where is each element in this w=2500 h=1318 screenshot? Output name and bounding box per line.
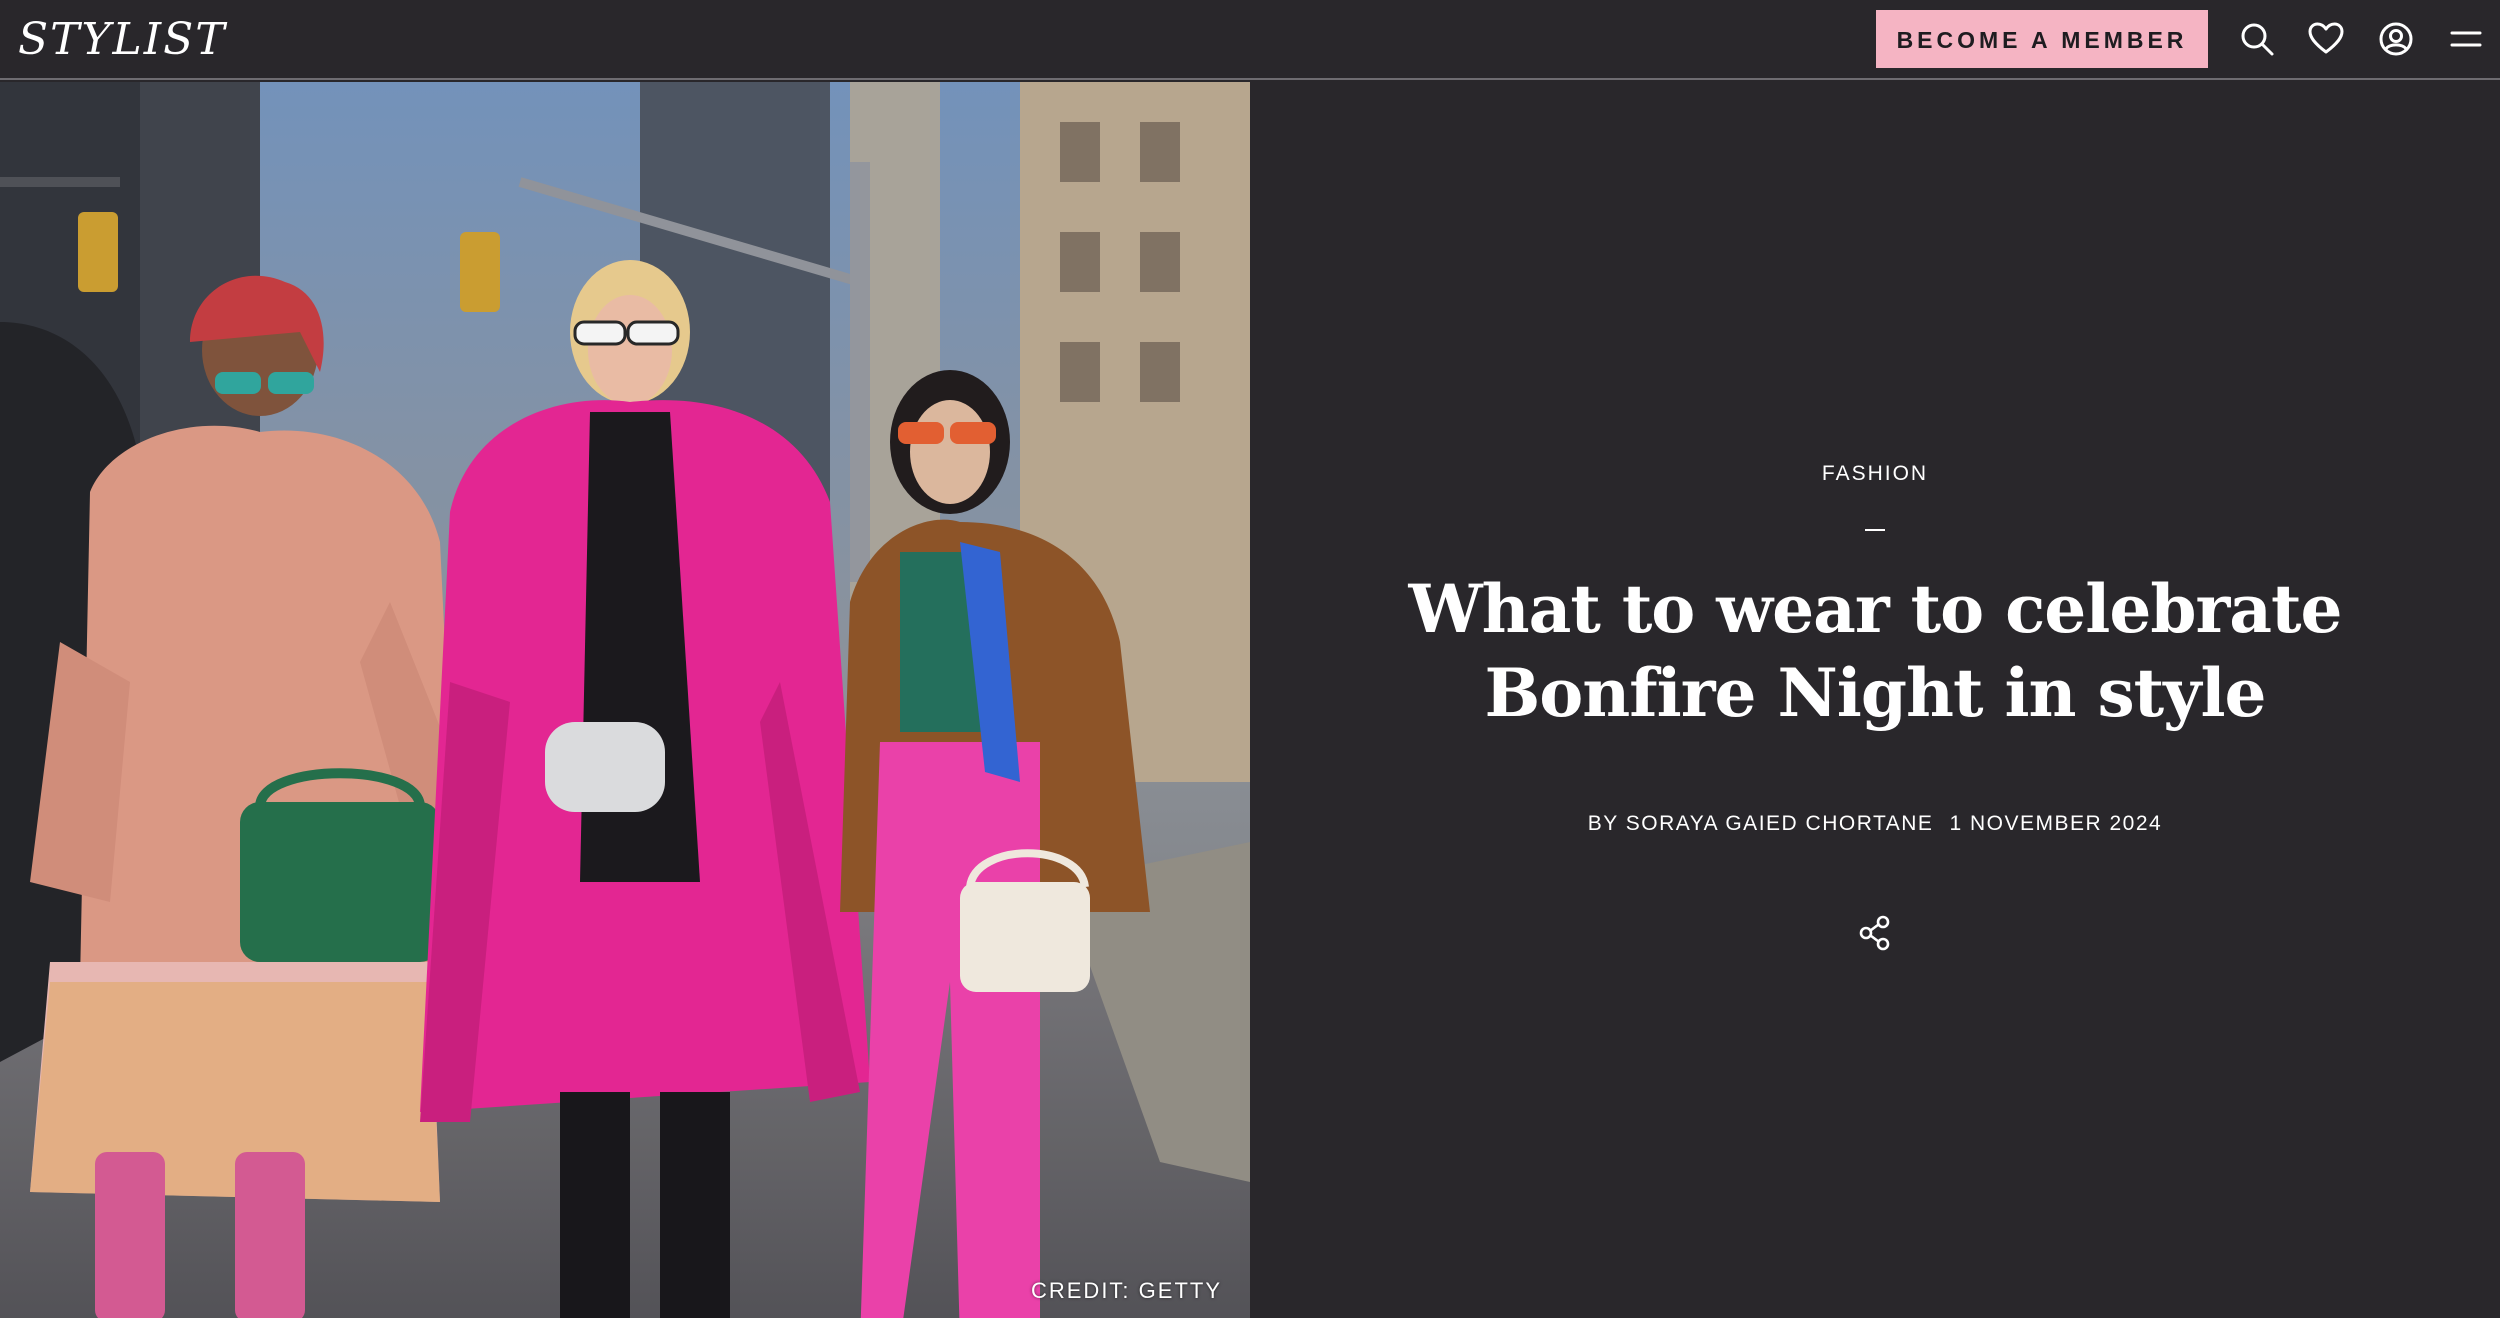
category-divider bbox=[1865, 529, 1885, 531]
account-icon[interactable] bbox=[2376, 19, 2416, 59]
article-header-panel: FASHION What to wear to celebrate Bonfir… bbox=[1250, 82, 2500, 1318]
photo-credit: CREDIT: GETTY bbox=[1030, 1278, 1222, 1303]
site-header: STYLIST BECOME A MEMBER bbox=[0, 0, 2500, 80]
search-icon[interactable] bbox=[2237, 19, 2277, 59]
menu-icon[interactable] bbox=[2446, 19, 2486, 59]
street-style-illustration bbox=[0, 82, 1250, 1318]
article-author[interactable]: BY SORAYA GAIED CHORTANE bbox=[1588, 812, 1934, 835]
site-logo[interactable]: STYLIST bbox=[18, 6, 227, 74]
share-icon[interactable] bbox=[1855, 913, 1895, 953]
become-member-button[interactable]: BECOME A MEMBER bbox=[1876, 10, 2208, 68]
article-title-line-2: Bonfire Night in style bbox=[1484, 654, 2266, 732]
article-byline: BY SORAYA GAIED CHORTANE 1 NOVEMBER 2024 bbox=[1250, 812, 2500, 836]
article-date: 1 NOVEMBER 2024 bbox=[1949, 812, 2163, 835]
heart-icon[interactable] bbox=[2306, 19, 2346, 59]
article-category[interactable]: FASHION bbox=[1250, 462, 2500, 486]
article-title-line-1: What to wear to celebrate bbox=[1408, 570, 2342, 648]
article-title: What to wear to celebrate Bonfire Night … bbox=[1375, 567, 2375, 735]
hero-photo: CREDIT: GETTY bbox=[0, 82, 1250, 1318]
